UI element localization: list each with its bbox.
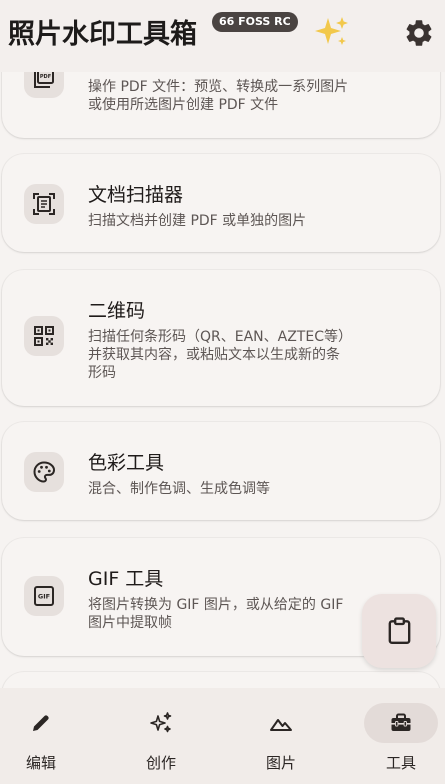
gif-icon: GIF <box>24 576 64 616</box>
qr-code-icon <box>24 316 64 356</box>
tool-card-title: 色彩工具 <box>88 452 165 474</box>
tool-card-color-tools[interactable]: 色彩工具 混合、制作色调、生成色调等 <box>2 422 440 520</box>
nav-item-images[interactable]: 图片 <box>240 688 351 784</box>
settings-gear-icon[interactable] <box>403 17 435 49</box>
toolbox-icon <box>391 713 411 731</box>
document-scanner-icon <box>24 184 64 224</box>
landscape-icon <box>270 719 292 731</box>
tool-card-title: GIF 工具 <box>88 568 164 590</box>
tool-card-document-scanner[interactable]: 文档扫描器 扫描文档并创建 PDF 或单独的图片 <box>2 154 440 252</box>
app-title: 照片水印工具箱 <box>8 19 197 50</box>
tool-card-title: 文档扫描器 <box>88 184 184 206</box>
clipboard-icon <box>388 617 411 645</box>
tool-card-title: 二维码 <box>88 300 146 322</box>
nav-label: 编辑 <box>25 754 56 772</box>
palette-icon <box>24 452 64 492</box>
svg-text:GIF: GIF <box>38 593 50 601</box>
nav-item-edit[interactable]: 编辑 <box>0 688 111 784</box>
version-badge: 66 FOSS RC <box>212 12 298 32</box>
nav-pill <box>124 703 198 743</box>
tool-card-description: 将图片转换为 GIF 图片，或从给定的 GIF 图片中提取帧 <box>88 597 344 631</box>
tool-card-description: 扫描文档并创建 PDF 或单独的图片 <box>88 213 307 229</box>
paste-clipboard-button[interactable] <box>362 594 436 668</box>
nav-pill <box>4 703 78 743</box>
nav-item-create[interactable]: 创作 <box>120 688 231 784</box>
bottom-navigation: 编辑 创作 图片 工具 <box>0 688 445 784</box>
nav-item-tools[interactable]: 工具 <box>360 688 445 784</box>
nav-label: 图片 <box>265 754 296 772</box>
tool-card-description: 混合、制作色调、生成色调等 <box>88 481 270 497</box>
nav-label: 创作 <box>145 754 176 772</box>
sparkle-icon[interactable] <box>314 15 350 51</box>
nav-label: 工具 <box>385 754 416 772</box>
svg-text:PDF: PDF <box>40 74 51 80</box>
edit-pencil-icon <box>33 715 49 731</box>
top-app-bar: 照片水印工具箱 66 FOSS RC <box>0 0 445 72</box>
tool-card-qr-code[interactable]: 二维码 扫描任何条形码（QR、EAN、AZTEC等） 并获取其内容，或粘贴文本以… <box>2 270 440 406</box>
tool-card-description: 操作 PDF 文件：预览、转换成一系列图片 或使用所选图片创建 PDF 文件 <box>88 79 349 113</box>
nav-pill <box>244 703 318 743</box>
nav-pill-active <box>364 703 438 743</box>
tool-card-description: 扫描任何条形码（QR、EAN、AZTEC等） 并获取其内容，或粘贴文本以生成新的… <box>88 329 352 381</box>
sparkles-icon <box>150 712 172 733</box>
